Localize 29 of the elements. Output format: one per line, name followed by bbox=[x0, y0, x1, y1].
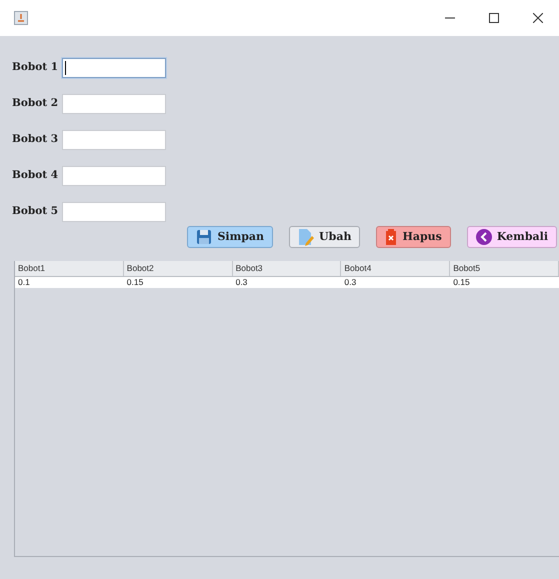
back-button[interactable]: Kembali bbox=[466, 226, 557, 248]
table-cell-text: 0.15 bbox=[452, 277, 471, 288]
input-field[interactable] bbox=[62, 202, 166, 222]
input-field[interactable] bbox=[62, 58, 166, 78]
java-app-icon bbox=[14, 11, 28, 25]
table-cell-text: 0.3 bbox=[234, 277, 248, 288]
column-header[interactable]: Bobot5 bbox=[450, 261, 559, 276]
save-button[interactable]: Simpan bbox=[187, 226, 274, 248]
input-field[interactable] bbox=[62, 94, 166, 114]
input-field[interactable] bbox=[62, 130, 166, 150]
input-field[interactable] bbox=[62, 166, 166, 186]
maximize-icon[interactable] bbox=[489, 13, 499, 23]
column-header[interactable]: Bobot2 bbox=[124, 261, 233, 276]
close-icon[interactable] bbox=[533, 13, 543, 23]
field-label: Bobot 5 bbox=[12, 204, 56, 220]
table-cell-text: 0.1 bbox=[17, 277, 31, 288]
edit-button[interactable]: Ubah bbox=[289, 226, 360, 248]
field-label: Bobot 3 bbox=[12, 132, 56, 148]
table-cell-text: 0.15 bbox=[126, 277, 144, 288]
column-header[interactable]: Bobot1 bbox=[15, 261, 124, 276]
column-header[interactable]: Bobot3 bbox=[232, 261, 342, 276]
column-header[interactable]: Bobot4 bbox=[341, 261, 450, 276]
table-cell-text: 0.3 bbox=[343, 277, 358, 288]
document-pencil-icon bbox=[298, 228, 314, 246]
delete-button[interactable]: Hapus bbox=[376, 226, 451, 248]
trash-icon bbox=[385, 229, 398, 245]
field-label: Bobot 2 bbox=[12, 96, 56, 112]
field-label: Bobot 1 bbox=[12, 60, 56, 76]
field-label: Bobot 4 bbox=[12, 168, 56, 184]
